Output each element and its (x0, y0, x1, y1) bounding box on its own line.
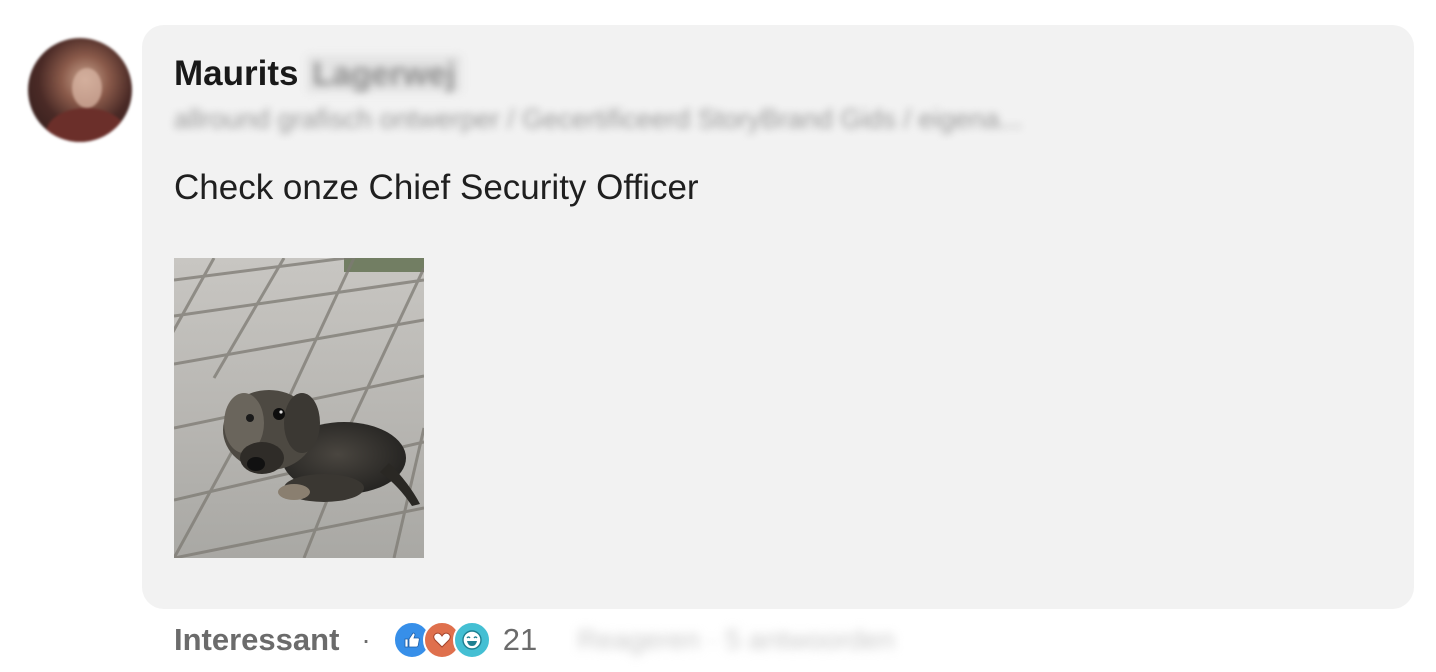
reaction-icons[interactable] (392, 621, 491, 659)
author-headline: allround grafisch ontwerper / Gecertific… (174, 104, 1022, 134)
comment-image[interactable] (174, 258, 424, 558)
avatar-face (72, 68, 102, 108)
comment-card: Maurits Lagerwej allround grafisch ontwe… (0, 0, 1436, 672)
author-name[interactable]: Maurits (174, 54, 298, 94)
funny-reaction-icon (452, 621, 491, 659)
comment-footer: Interessant · 21 Reageren · 5 antwoorden (174, 618, 895, 662)
author-last-name-obscured[interactable]: Lagerwej (306, 55, 462, 93)
reaction-button[interactable]: Interessant (174, 622, 339, 658)
separator-dot: · (361, 624, 371, 655)
dog-photo-illustration (174, 258, 424, 558)
author-avatar[interactable] (28, 38, 132, 142)
author-name-row[interactable]: Maurits Lagerwej (174, 52, 462, 96)
reaction-count[interactable]: 21 (503, 622, 537, 658)
reply-link-obscured[interactable]: Reageren · 5 antwoorden (577, 624, 895, 656)
comment-text: Check onze Chief Security Officer (174, 168, 699, 207)
avatar-shoulder (46, 108, 126, 142)
